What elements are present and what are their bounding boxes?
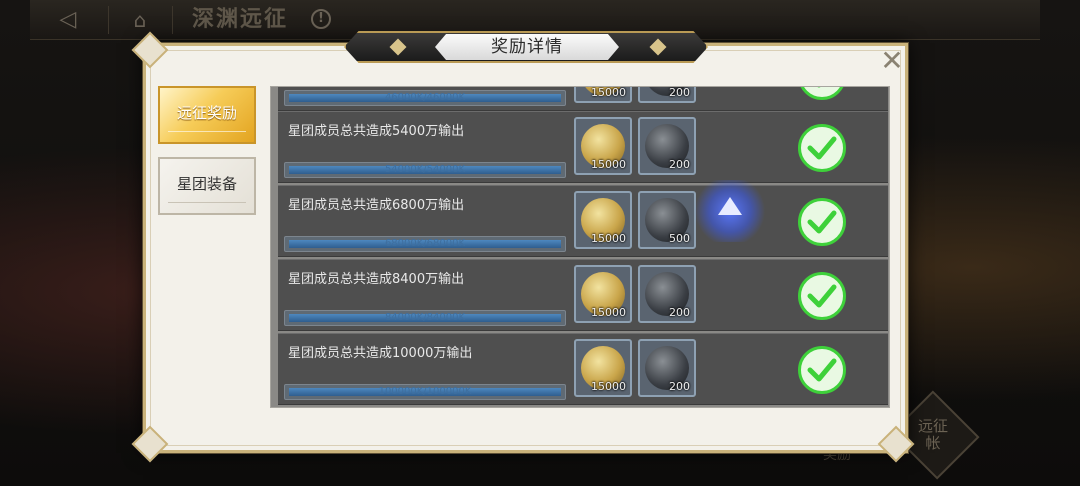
divider	[172, 6, 173, 34]
reward-item[interactable]: 15000	[574, 339, 632, 397]
progress-text: 68000K/68000K	[384, 238, 466, 249]
home-icon[interactable]: ⌂	[125, 6, 155, 34]
tab-expedition-rewards[interactable]: 远征奖励	[158, 86, 256, 144]
tab-label: 星团装备	[176, 175, 237, 193]
tab-label: 远征奖励	[176, 104, 237, 122]
progress-bar: 46000K/46000K	[284, 90, 566, 106]
back-icon[interactable]: ◁	[50, 6, 86, 34]
progress-text: 46000K/46000K	[384, 92, 466, 103]
progress-bar: 54000K/54000K	[284, 162, 566, 178]
reward-row: 星团成员总共造成10000万输出 100000K/100000K 15000 2…	[278, 333, 888, 405]
claimed-check-icon	[798, 198, 846, 246]
progress-text: 100000K/100000K	[378, 386, 472, 397]
claimed-check-icon	[798, 272, 846, 320]
item-count: 15000	[591, 86, 626, 99]
item-count: 500	[669, 232, 690, 245]
item-count: 15000	[591, 380, 626, 393]
page-title: 深渊远征	[192, 7, 289, 32]
reward-description: 星团成员总共造成6800万输出	[288, 198, 465, 213]
reward-item[interactable]: 200	[638, 339, 696, 397]
item-count: 15000	[591, 306, 626, 319]
tab-underline	[168, 131, 246, 132]
item-count: 200	[669, 306, 690, 319]
reward-row: 星团成员总共造成6800万输出 68000K/68000K 15000 500	[278, 185, 888, 257]
reward-item[interactable]: 200	[638, 265, 696, 323]
reward-row: 46000K/46000K 15000 200	[278, 86, 888, 111]
reward-item[interactable]: 15000	[574, 117, 632, 175]
reward-item[interactable]: 200	[638, 86, 696, 103]
reward-description: 星团成员总共造成8400万输出	[288, 272, 465, 287]
claimed-check-icon	[798, 87, 846, 100]
dialog-title: 奖励详情	[491, 37, 563, 57]
item-count: 200	[669, 86, 690, 99]
tab-underline	[168, 202, 246, 203]
item-count: 200	[669, 380, 690, 393]
progress-text: 84000K/84000K	[384, 312, 466, 323]
info-icon[interactable]: !	[311, 9, 331, 29]
item-count: 15000	[591, 232, 626, 245]
progress-bar: 84000K/84000K	[284, 310, 566, 326]
progress-bar: 100000K/100000K	[284, 384, 566, 400]
item-count: 15000	[591, 158, 626, 171]
triangle-icon	[718, 197, 742, 215]
claimed-check-icon	[798, 124, 846, 172]
expedition-corner-label: 远征 帐	[917, 417, 948, 452]
reward-description: 星团成员总共造成5400万输出	[288, 124, 465, 139]
divider	[108, 6, 109, 34]
progress-bar: 68000K/68000K	[284, 236, 566, 252]
reward-description: 星团成员总共造成10000万输出	[288, 346, 473, 361]
reward-item[interactable]: 15000	[574, 191, 632, 249]
reward-item[interactable]: 500	[638, 191, 696, 249]
tab-cluster-equipment[interactable]: 星团装备	[158, 157, 256, 215]
reward-item[interactable]: 200	[638, 117, 696, 175]
claimed-check-icon	[798, 346, 846, 394]
reward-item[interactable]: 15000	[574, 86, 632, 103]
progress-text: 54000K/54000K	[384, 164, 466, 175]
reward-list[interactable]: 46000K/46000K 15000 200 星团成员总共造成5400万输出 …	[270, 86, 890, 408]
item-count: 200	[669, 158, 690, 171]
close-icon[interactable]: ✕	[878, 47, 906, 75]
reward-row: 星团成员总共造成5400万输出 54000K/54000K 15000 200	[278, 111, 888, 183]
reward-row: 星团成员总共造成8400万输出 84000K/84000K 15000 200	[278, 259, 888, 331]
reward-item[interactable]: 15000	[574, 265, 632, 323]
